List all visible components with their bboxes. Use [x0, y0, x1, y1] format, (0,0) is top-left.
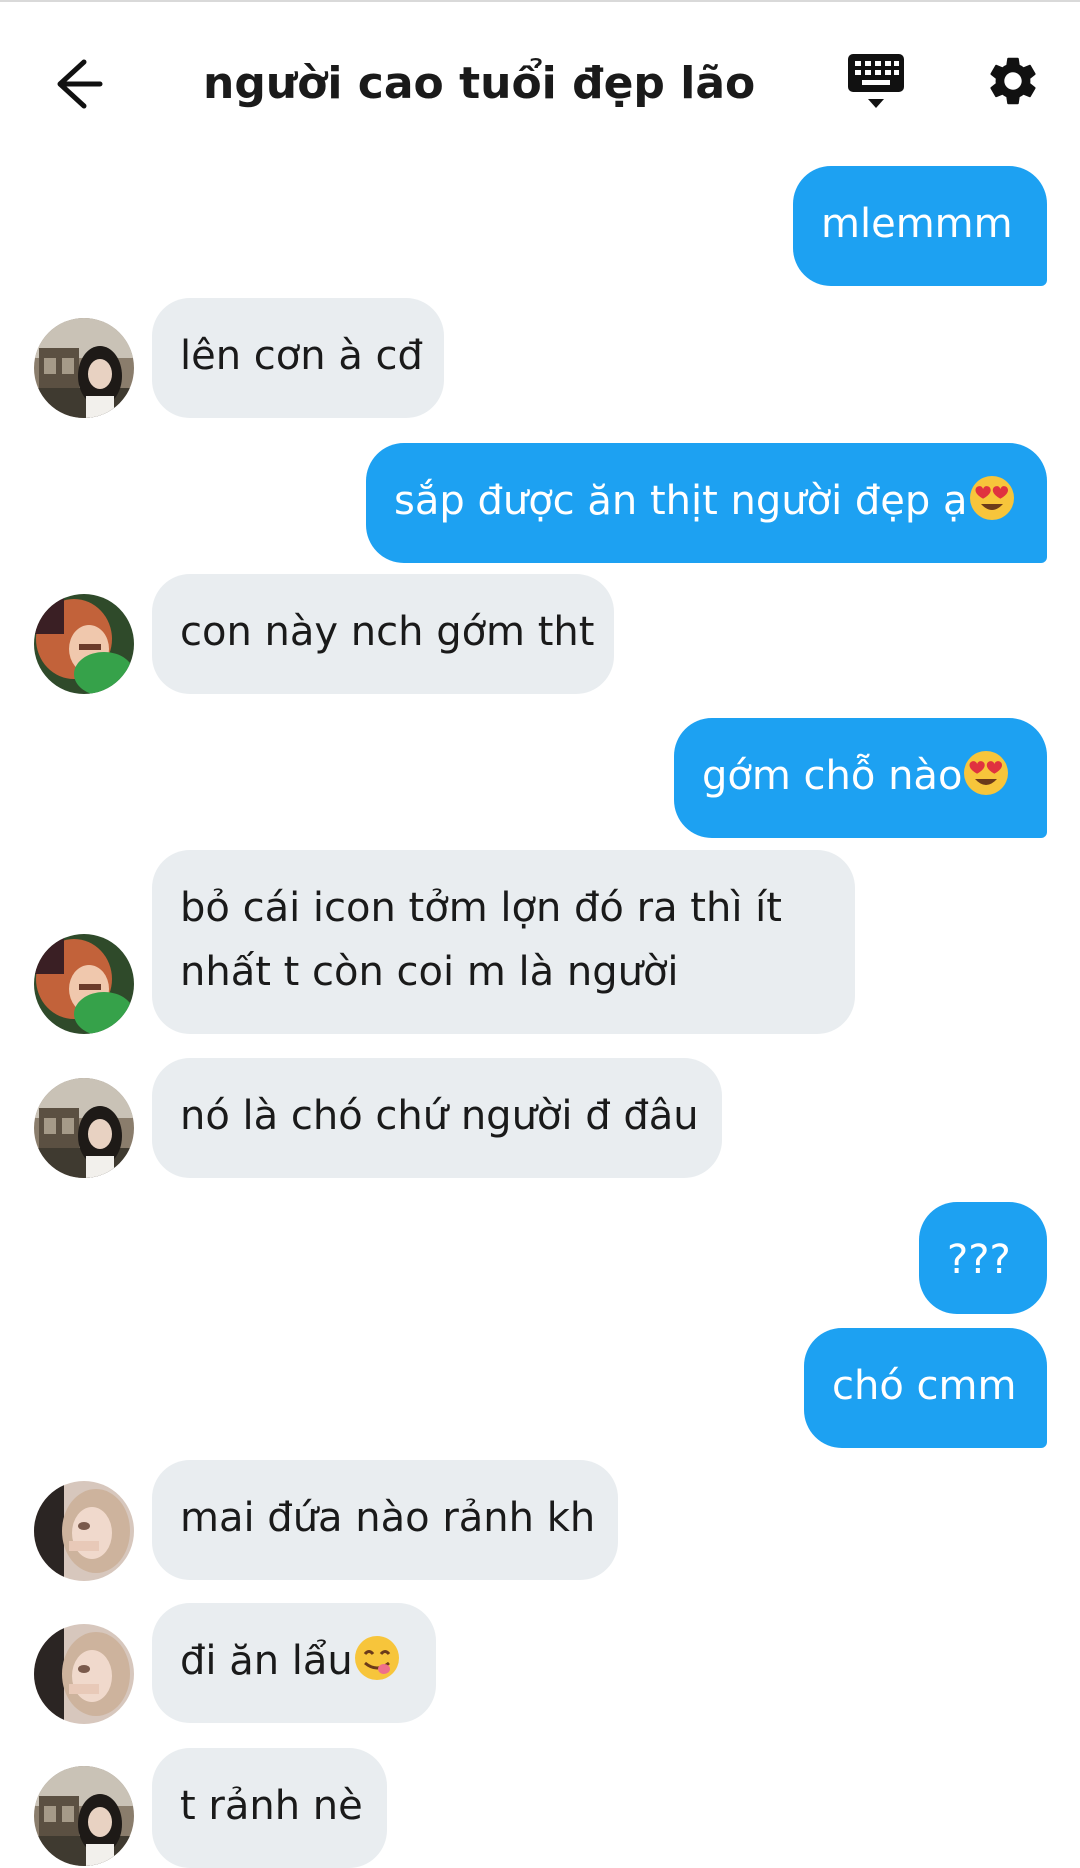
- message-incoming[interactable]: con này nch gớm tht: [152, 574, 614, 694]
- settings-button[interactable]: [984, 52, 1042, 110]
- message-text: mai đứa nào rảnh kh: [180, 1495, 596, 1541]
- message-text: nó là chó chứ người đ đâu: [180, 1093, 699, 1139]
- avatar-image: [34, 594, 134, 694]
- message-text: ???: [947, 1237, 1011, 1283]
- avatar-image: [34, 318, 134, 418]
- message-text: đi ăn lẩu: [180, 1638, 353, 1684]
- chat-header: người cao tuổi đẹp lão: [0, 0, 1080, 160]
- message-text: chó cmm: [832, 1363, 1017, 1409]
- avatar-image: [34, 934, 134, 1034]
- message-text-line: bỏ cái icon tởm lợn đó ra thì ít: [180, 885, 782, 931]
- message-outgoing[interactable]: gớm chỗ nào: [674, 718, 1047, 838]
- message-text: t rảnh nè: [180, 1783, 363, 1829]
- message-incoming[interactable]: t rảnh nè: [152, 1748, 387, 1868]
- keyboard-button[interactable]: [846, 52, 906, 114]
- message-text: con này nch gớm tht: [180, 609, 595, 655]
- message-incoming[interactable]: mai đứa nào rảnh kh: [152, 1460, 618, 1580]
- message-outgoing[interactable]: mlemmm: [793, 166, 1047, 286]
- avatar[interactable]: [34, 1078, 134, 1178]
- yum-emoji: [353, 1634, 401, 1682]
- avatar[interactable]: [34, 594, 134, 694]
- conversation-title[interactable]: người cao tuổi đẹp lão: [203, 52, 755, 116]
- message-incoming[interactable]: nó là chó chứ người đ đâu: [152, 1058, 722, 1178]
- message-incoming[interactable]: bỏ cái icon tởm lợn đó ra thì ít nhất t …: [152, 850, 855, 1034]
- avatar[interactable]: [34, 1624, 134, 1724]
- avatar-image: [34, 1766, 134, 1866]
- message-incoming[interactable]: đi ăn lẩu: [152, 1603, 436, 1723]
- message-text: gớm chỗ nào: [702, 753, 963, 799]
- message-text: sắp được ăn thịt người đẹp ạ: [394, 478, 968, 524]
- avatar[interactable]: [34, 1481, 134, 1581]
- message-outgoing[interactable]: chó cmm: [804, 1328, 1047, 1448]
- message-text: mlemmm: [821, 201, 1013, 247]
- heart-eyes-emoji: [968, 474, 1016, 522]
- avatar[interactable]: [34, 318, 134, 418]
- message-outgoing[interactable]: sắp được ăn thịt người đẹp ạ: [366, 443, 1047, 563]
- back-button[interactable]: [48, 52, 108, 112]
- message-incoming[interactable]: lên cơn à cđ: [152, 298, 444, 418]
- keyboard-icon: [848, 54, 904, 108]
- heart-eyes-emoji: [962, 749, 1010, 797]
- avatar[interactable]: [34, 934, 134, 1034]
- avatar-image: [34, 1481, 134, 1581]
- avatar[interactable]: [34, 1766, 134, 1866]
- message-outgoing[interactable]: ???: [919, 1202, 1047, 1314]
- message-text: lên cơn à cđ: [180, 333, 423, 379]
- message-text-line: nhất t còn coi m là người: [180, 949, 679, 995]
- gear-icon: [990, 57, 1036, 105]
- avatar-image: [34, 1078, 134, 1178]
- arrow-left-icon: [57, 59, 103, 109]
- avatar-image: [34, 1624, 134, 1724]
